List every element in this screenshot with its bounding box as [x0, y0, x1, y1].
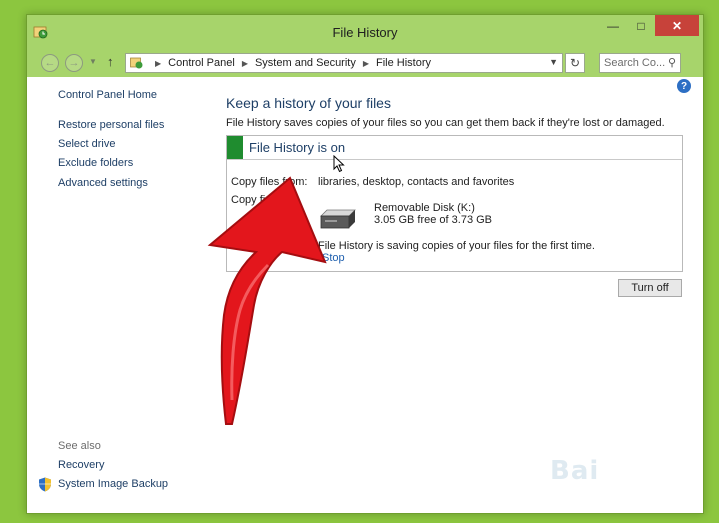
forward-button[interactable]: →	[65, 54, 83, 72]
file-history-window: File History — □ ✕ ← → ▼ ↑ ▶ Control Pan…	[26, 14, 704, 514]
breadcrumb-file-history[interactable]: File History	[376, 57, 431, 69]
search-input[interactable]: Search Co... ⚲	[599, 53, 681, 73]
drive-free-space: 3.05 GB free of 3.73 GB	[374, 214, 493, 226]
page-title: Keep a history of your files	[226, 95, 391, 111]
breadcrumb-system-and-security[interactable]: System and Security	[255, 57, 356, 69]
close-button[interactable]: ✕	[655, 15, 699, 36]
copy-to-label: Copy fi	[231, 194, 266, 206]
system-image-backup-link[interactable]: System Image Backup	[58, 478, 168, 490]
search-icon[interactable]: ⚲	[668, 56, 676, 69]
turn-off-button[interactable]: Turn off	[618, 279, 682, 297]
status-header: File History is on	[227, 136, 682, 160]
drive-name: Removable Disk (K:)	[374, 202, 475, 214]
back-button[interactable]: ←	[41, 54, 59, 72]
breadcrumb-separator-icon: ▶	[155, 58, 162, 68]
copy-from-value: libraries, desktop, contacts and favorit…	[318, 176, 515, 188]
watermark: Bai jingyan.baidu.com	[548, 456, 698, 506]
recovery-link[interactable]: Recovery	[58, 459, 104, 471]
mouse-cursor-icon	[333, 155, 345, 173]
recent-locations-chevron-icon[interactable]: ▼	[89, 57, 97, 66]
status-on-indicator	[227, 136, 243, 159]
help-icon[interactable]: ?	[677, 79, 691, 93]
up-arrow-icon[interactable]: ↑	[107, 54, 114, 69]
search-placeholder: Search Co...	[604, 57, 666, 69]
stop-link[interactable]: Stop	[322, 252, 345, 264]
control-panel-home-link[interactable]: Control Panel Home	[58, 89, 157, 101]
watermark-url: jingyan.baidu.com	[568, 490, 670, 503]
status-title: File History is on	[249, 140, 346, 155]
refresh-button[interactable]: ↻	[565, 53, 585, 73]
title-bar[interactable]: File History — □ ✕	[27, 15, 703, 49]
file-history-status-panel: File History is on Copy files from: libr…	[226, 135, 683, 272]
restore-personal-files-link[interactable]: Restore personal files	[58, 119, 164, 131]
watermark-logo: Bai	[550, 456, 600, 486]
refresh-icon: ↻	[569, 56, 581, 70]
breadcrumb-control-panel[interactable]: Control Panel	[168, 57, 235, 69]
shield-icon	[39, 477, 51, 492]
address-bar: ← → ▼ ↑ ▶ Control Panel ▶ System and Sec…	[27, 49, 703, 77]
page-description: File History saves copies of your files …	[226, 117, 665, 129]
copy-from-label: Copy files from:	[231, 176, 308, 188]
select-drive-link[interactable]: Select drive	[58, 138, 115, 150]
exclude-folders-link[interactable]: Exclude folders	[58, 157, 133, 169]
address-dropdown-icon[interactable]: ▼	[549, 57, 558, 67]
file-history-path-icon	[130, 57, 143, 69]
status-message: File History is saving copies of your fi…	[318, 240, 595, 252]
maximize-button[interactable]: □	[627, 15, 655, 36]
advanced-settings-link[interactable]: Advanced settings	[58, 177, 148, 189]
see-also-label: See also	[58, 440, 101, 452]
minimize-button[interactable]: —	[599, 15, 627, 36]
forward-arrow-icon: →	[68, 57, 80, 69]
back-arrow-icon: ←	[44, 57, 56, 69]
address-path[interactable]: ▶ Control Panel ▶ System and Security ▶ …	[125, 53, 563, 73]
breadcrumb-separator-icon: ▶	[241, 58, 248, 68]
removable-disk-icon	[320, 209, 356, 229]
breadcrumb-separator-icon: ▶	[362, 58, 369, 68]
